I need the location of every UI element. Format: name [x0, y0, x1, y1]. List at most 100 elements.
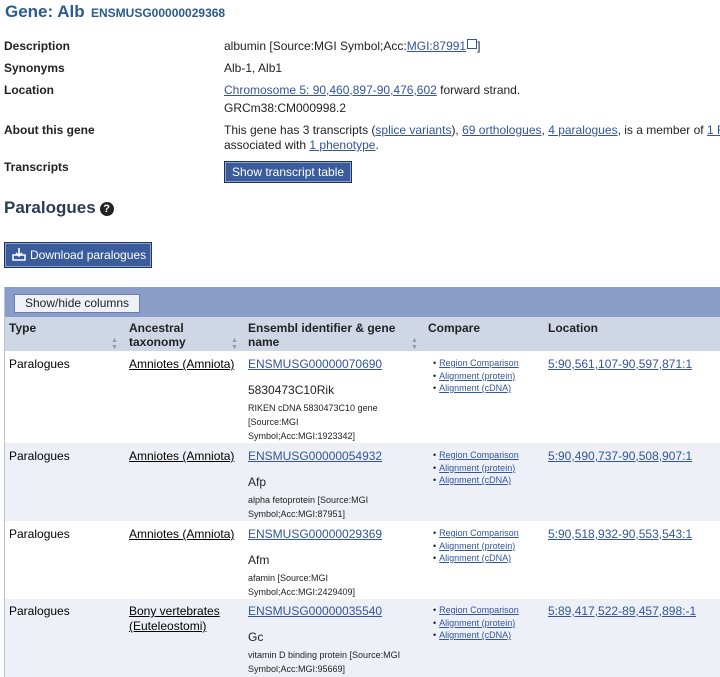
- splice-variants-link[interactable]: splice variants: [375, 123, 451, 137]
- alignment-cdna-link[interactable]: Alignment (cDNA): [439, 475, 511, 485]
- location-link[interactable]: 5:89,417,522-89,457,898:-1: [548, 604, 696, 618]
- compare-links: • Region Comparison • Alignment (protein) …: [433, 358, 519, 393]
- row-taxonomy: Amniotes (Amniota): [129, 449, 235, 463]
- location-value: Chromosome 5: 90,460,897-90,476,602 forw…: [224, 83, 520, 97]
- description-text: albumin [Source:MGI Symbol;Acc:: [224, 39, 407, 53]
- column-header-taxonomy[interactable]: Ancestral taxonomy: [129, 321, 229, 349]
- row-type: Paralogues: [9, 604, 70, 618]
- sort-icon[interactable]: ▲ ▼: [111, 337, 118, 351]
- alignment-cdna-link[interactable]: Alignment (cDNA): [439, 553, 511, 563]
- alignment-protein-link[interactable]: Alignment (protein): [439, 618, 515, 628]
- ensembl-id-link[interactable]: ENSMUSG00000035540: [248, 604, 382, 618]
- column-header-identifier[interactable]: Ensembl identifier & gene name: [248, 321, 408, 349]
- row-taxonomy: Amniotes (Amniota): [129, 527, 235, 541]
- taxonomy-line: (Euteleostomi): [129, 619, 207, 633]
- table-row: Paralogues Bony vertebrates (Euteleostom…: [5, 599, 720, 677]
- gene-description: vitamin D binding protein [Source:MGI: [248, 650, 401, 660]
- paralogues-table: Show/hide columns Type ▲ ▼ Ancestral taxo…: [4, 287, 720, 677]
- row-identifier: ENSMUSG00000029369 Afm afamin [Source:MG…: [248, 527, 423, 599]
- show-hide-columns-button[interactable]: Show/hide columns: [14, 294, 141, 313]
- region-comparison-link[interactable]: Region Comparison: [439, 450, 519, 460]
- gene-description: Symbol;Acc:MGI:95669]: [248, 664, 346, 674]
- paralogues-link[interactable]: 4 paralogues: [548, 123, 617, 137]
- alignment-protein-link[interactable]: Alignment (protein): [439, 541, 515, 551]
- about-text: .: [375, 138, 379, 152]
- about-line-2: associated with 1 phenotype.: [224, 138, 379, 152]
- gene-description: Symbol;Acc:MGI:1923342]: [248, 431, 356, 441]
- download-paralogues-button[interactable]: Download paralogues: [4, 242, 153, 268]
- synonyms-value: Alb-1, Alb1: [224, 61, 283, 75]
- alignment-protein-link[interactable]: Alignment (protein): [439, 463, 515, 473]
- gene-description: Symbol;Acc:MGI:2429409]: [248, 587, 356, 597]
- gene-symbol: Gc: [248, 630, 264, 644]
- row-type: Paralogues: [9, 357, 70, 371]
- gene-family-link[interactable]: 1 F: [707, 123, 720, 137]
- gene-description: [Source:MGI: [248, 417, 299, 427]
- download-icon: [12, 248, 26, 261]
- compare-links: • Region Comparison • Alignment (protein) …: [433, 605, 519, 640]
- table-row: Paralogues Amniotes (Amniota) ENSMUSG000…: [5, 443, 720, 521]
- compare-links: • Region Comparison • Alignment (protein) …: [433, 450, 519, 485]
- assembly-value: GRCm38:CM000998.2: [224, 101, 347, 115]
- sort-icon[interactable]: ▲ ▼: [411, 337, 418, 351]
- phenotype-link[interactable]: 1 phenotype: [309, 138, 375, 152]
- about-line-1: This gene has 3 transcripts (splice vari…: [224, 123, 720, 137]
- column-header-compare[interactable]: Compare: [428, 321, 480, 335]
- row-taxonomy: Amniotes (Amniota): [129, 357, 235, 371]
- gene-description: afamin [Source:MGI: [248, 573, 329, 583]
- taxonomy-line: Bony vertebrates: [129, 604, 220, 618]
- location-link[interactable]: 5:90,518,932-90,553,543:1: [548, 527, 692, 541]
- row-type: Paralogues: [9, 449, 70, 463]
- row-taxonomy: Bony vertebrates (Euteleostomi): [129, 604, 220, 634]
- ensembl-id-link[interactable]: ENSMUSG00000070690: [248, 357, 382, 371]
- download-paralogues-label: Download paralogues: [30, 248, 147, 262]
- page-title: Gene: Alb ENSMUSG00000029368: [5, 2, 225, 22]
- alignment-cdna-link[interactable]: Alignment (cDNA): [439, 383, 511, 393]
- compare-links: • Region Comparison • Alignment (protein) …: [433, 528, 519, 563]
- table-toolbar: Show/hide columns: [5, 287, 720, 317]
- show-transcript-table-button[interactable]: Show transcript table: [224, 161, 353, 183]
- row-identifier: ENSMUSG00000070690 5830473C10Rik RIKEN c…: [248, 357, 423, 443]
- about-text: This gene has 3 transcripts (: [224, 123, 376, 137]
- sort-icon[interactable]: ▲ ▼: [231, 337, 238, 351]
- transcripts-label: Transcripts: [4, 160, 69, 174]
- gene-stable-id: ENSMUSG00000029368: [91, 6, 226, 20]
- description-end: ]: [477, 39, 481, 53]
- region-comparison-link[interactable]: Region Comparison: [439, 528, 519, 538]
- chromosome-location-link[interactable]: Chromosome 5: 90,460,897-90,476,602: [224, 83, 437, 97]
- gene-symbol: Afp: [248, 475, 267, 489]
- location-link[interactable]: 5:90,561,107-90,597,871:1: [548, 357, 692, 371]
- about-sep: ),: [451, 123, 463, 137]
- row-identifier: ENSMUSG00000035540 Gc vitamin D binding …: [248, 604, 423, 676]
- strand-text: forward strand.: [436, 83, 521, 97]
- table-header: Type ▲ ▼ Ancestral taxonomy ▲ ▼ Ensembl id…: [5, 317, 720, 351]
- gene-description: RIKEN cDNA 5830473C10 gene: [248, 403, 378, 413]
- ensembl-id-link[interactable]: ENSMUSG00000029369: [248, 527, 382, 541]
- about-text: associated with: [224, 138, 310, 152]
- mgi-link[interactable]: MGI:87991: [407, 39, 466, 53]
- about-text: , is a member of: [617, 123, 707, 137]
- gene-description: Symbol;Acc:MGI:87951]: [248, 509, 346, 519]
- column-header-location[interactable]: Location: [548, 321, 598, 335]
- help-icon[interactable]: ?: [99, 202, 114, 216]
- alignment-protein-link[interactable]: Alignment (protein): [439, 371, 515, 381]
- alignment-cdna-link[interactable]: Alignment (cDNA): [439, 630, 511, 640]
- description-label: Description: [4, 39, 71, 53]
- paralogues-heading-text: Paralogues: [4, 198, 96, 217]
- orthologues-link[interactable]: 69 orthologues: [462, 123, 541, 137]
- gene-title: Gene: Alb: [5, 2, 85, 21]
- description-value: albumin [Source:MGI Symbol;Acc:MGI:87991…: [224, 39, 480, 53]
- gene-symbol: Afm: [248, 553, 270, 567]
- row-identifier: ENSMUSG00000054932 Afp alpha fetoprotein…: [248, 449, 423, 521]
- region-comparison-link[interactable]: Region Comparison: [439, 358, 519, 368]
- gene-symbol: 5830473C10Rik: [248, 383, 335, 397]
- gene-description: alpha fetoprotein [Source:MGI: [248, 495, 369, 505]
- ensembl-id-link[interactable]: ENSMUSG00000054932: [248, 449, 382, 463]
- table-row: Paralogues Amniotes (Amniota) ENSMUSG000…: [5, 351, 720, 443]
- region-comparison-link[interactable]: Region Comparison: [439, 605, 519, 615]
- row-type: Paralogues: [9, 527, 70, 541]
- external-link-icon: [467, 39, 478, 49]
- paralogues-heading: Paralogues?: [4, 198, 114, 218]
- column-header-type[interactable]: Type: [9, 321, 36, 335]
- location-link[interactable]: 5:90,490,737-90,508,907:1: [548, 449, 692, 463]
